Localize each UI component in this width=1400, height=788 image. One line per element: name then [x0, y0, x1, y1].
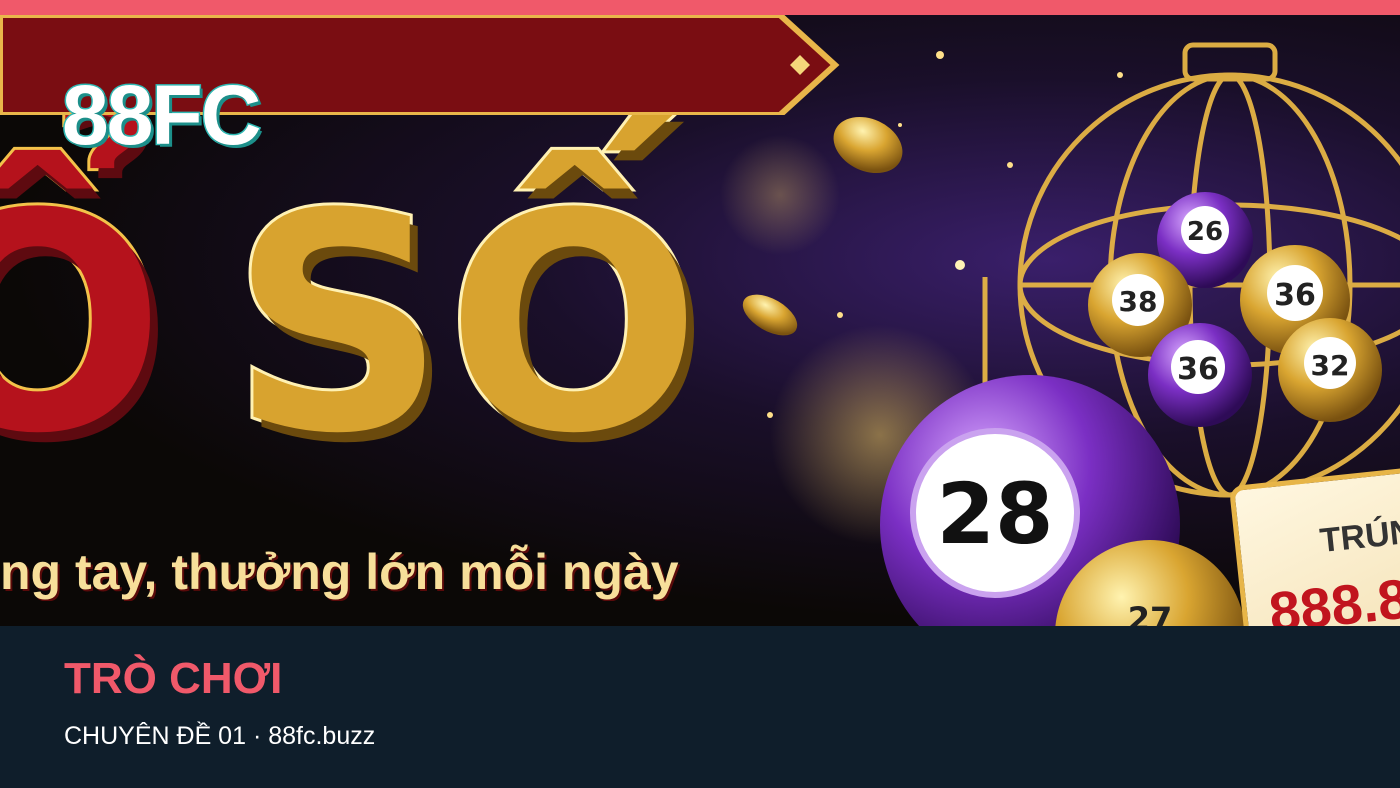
top-accent-bar — [0, 0, 1400, 15]
ball-number: 32 — [1311, 349, 1350, 382]
tagline-text: ng tay, thưởng lớn mỗi ngày — [0, 544, 679, 600]
ball-number: 36 — [1177, 352, 1219, 387]
headline-right: SỐ — [227, 150, 704, 499]
ball-number: 38 — [1119, 285, 1158, 318]
prize-amount: 888.8 — [1266, 566, 1400, 626]
prize-ticket: TRÚN 888.8 — [1228, 464, 1400, 626]
ball-number: 26 — [1187, 217, 1223, 247]
article-title[interactable]: TRÒ CHƠI — [64, 654, 282, 704]
ball-number-large: 28 — [937, 465, 1054, 563]
brand-logo[interactable]: 88FC — [60, 72, 262, 159]
hero-banner: 26 38 36 36 32 28 27 Ổ SỐ ng tay, thưởng… — [0, 15, 1400, 626]
prize-label: TRÚN — [1318, 512, 1400, 561]
article-info: TRÒ CHƠI CHUYÊN ĐỀ 01 · 88fc.buzz — [0, 626, 1400, 788]
article-subtitle: CHUYÊN ĐỀ 01 · 88fc.buzz — [64, 722, 376, 750]
ball-number: 27 — [1128, 600, 1173, 626]
ball-number: 36 — [1274, 278, 1316, 313]
headline-left: Ổ — [0, 150, 168, 499]
